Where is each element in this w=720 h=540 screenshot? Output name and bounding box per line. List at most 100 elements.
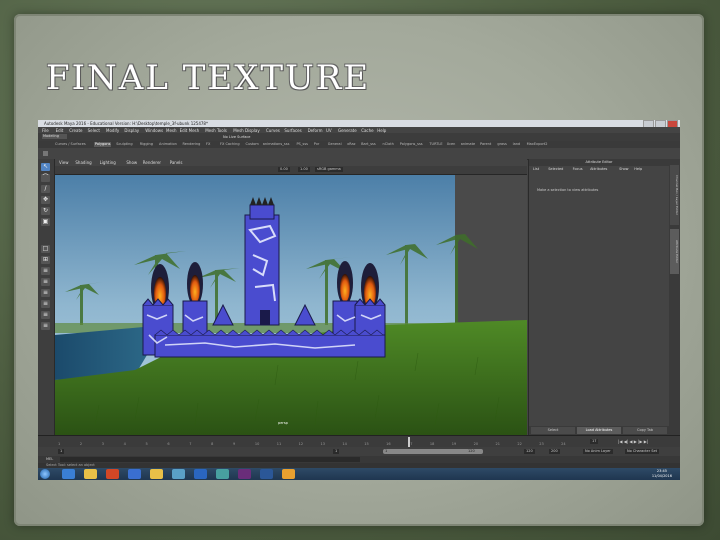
command-input[interactable] bbox=[60, 457, 360, 462]
shelf-tab[interactable]: nCloth bbox=[382, 142, 395, 147]
photoshop-icon[interactable] bbox=[194, 469, 207, 479]
shelf-tab[interactable]: FX bbox=[205, 142, 211, 147]
shelf-tab[interactable]: xRaz bbox=[346, 142, 356, 147]
shelf-tab[interactable]: Polygons_sss bbox=[399, 142, 424, 147]
timeline-tick: 9 bbox=[233, 442, 236, 446]
scale-tool-icon[interactable]: ▣ bbox=[41, 218, 50, 226]
maya-screenshot: Autodesk Maya 2016 - Educational Version… bbox=[38, 120, 680, 480]
layout-icon-b[interactable]: ≡ bbox=[41, 278, 50, 286]
taskbar-clock: 23:45 11/04/2016 bbox=[652, 469, 672, 479]
slide-title: FINAL TEXTURE bbox=[46, 58, 371, 98]
shelf-tab[interactable]: Bart_sss bbox=[360, 142, 377, 147]
timeline-tick: 16 bbox=[386, 442, 391, 446]
powerpoint-icon[interactable] bbox=[106, 469, 119, 479]
select-button[interactable]: Select bbox=[531, 427, 575, 434]
layout-icon-e[interactable]: ≡ bbox=[41, 311, 50, 319]
single-view-icon[interactable]: □ bbox=[41, 245, 50, 253]
range-inner-start-field[interactable]: 1 bbox=[333, 449, 340, 454]
paint-icon[interactable] bbox=[282, 469, 295, 479]
attr-menu-show[interactable]: Show bbox=[619, 167, 628, 171]
app-icon[interactable] bbox=[216, 469, 229, 479]
shelf-tab[interactable]: Custom bbox=[244, 142, 259, 147]
current-frame-field[interactable]: 17 bbox=[590, 439, 599, 444]
timeline-tick: 20 bbox=[473, 442, 479, 446]
panel-menu-shading[interactable]: Shading bbox=[75, 160, 91, 165]
shelf-tab[interactable]: General bbox=[327, 142, 343, 147]
timeline-tick: 3 bbox=[101, 442, 104, 446]
live-surface-label[interactable]: No Live Surface bbox=[223, 135, 250, 139]
shelf-tab[interactable]: Xcen bbox=[446, 142, 457, 147]
shelf-tab[interactable]: Sculpting bbox=[115, 142, 133, 147]
timeline-tick: 14 bbox=[342, 442, 347, 446]
viewport-3d[interactable]: persp bbox=[55, 175, 527, 435]
attr-menu-list[interactable]: List bbox=[533, 167, 539, 171]
mode-dropdown[interactable]: Modeling bbox=[42, 134, 67, 139]
maya-icon[interactable] bbox=[172, 469, 185, 479]
channel-box-tab[interactable]: Channel Box / Layer Editor bbox=[670, 165, 679, 225]
side-tabs: Channel Box / Layer Editor Attribute Edi… bbox=[669, 159, 680, 435]
anim-layer-dropdown[interactable]: No Anim Layer bbox=[583, 449, 613, 454]
attr-menu-focus[interactable]: Focus bbox=[573, 167, 583, 171]
layout-icon-d[interactable]: ≡ bbox=[41, 300, 50, 308]
select-tool-icon[interactable]: ↖ bbox=[41, 163, 50, 171]
window-titlebar: Autodesk Maya 2016 - Educational Version… bbox=[38, 120, 680, 128]
panel-menu-view[interactable]: View bbox=[59, 160, 69, 165]
shelf-tab[interactable]: grass bbox=[496, 142, 507, 147]
panel-menu-show[interactable]: Show bbox=[126, 160, 137, 165]
current-frame-marker[interactable] bbox=[408, 437, 410, 447]
attr-menu-selected[interactable]: Selected bbox=[548, 167, 563, 171]
playback-controls[interactable]: |◀ ◀| ◀ ▶ |▶ ▶| bbox=[618, 439, 648, 444]
shelf-tab[interactable]: animate bbox=[460, 142, 476, 147]
shelf-tab[interactable]: Parent bbox=[479, 142, 492, 147]
shelf-tab[interactable]: Polygons bbox=[93, 142, 112, 147]
attribute-editor-tab[interactable]: Attribute Editor bbox=[670, 229, 679, 274]
shelf-tab[interactable]: Curves / Surfaces bbox=[54, 142, 87, 147]
layout-icon-f[interactable]: ≡ bbox=[41, 322, 50, 330]
range-end-field[interactable]: 120 bbox=[524, 449, 535, 454]
shelf-tab[interactable]: Rendering bbox=[182, 142, 202, 147]
panel-menu-panels[interactable]: Panels bbox=[170, 160, 183, 165]
attr-menu-attributes[interactable]: Attributes bbox=[590, 167, 607, 171]
attr-menu-help[interactable]: Help bbox=[634, 167, 642, 171]
lasso-tool-icon[interactable]: ⌒ bbox=[41, 174, 50, 182]
near-clip-field[interactable]: 0.00 bbox=[278, 167, 290, 172]
far-clip-field[interactable]: 1.00 bbox=[298, 167, 310, 172]
move-tool-icon[interactable]: ✥ bbox=[41, 196, 50, 204]
range-slider: 1 1 1 120 120 200 No Anim Layer No Chara… bbox=[38, 447, 680, 456]
rotate-tool-icon[interactable]: ↻ bbox=[41, 207, 50, 215]
word-icon[interactable] bbox=[260, 469, 273, 479]
paint-select-icon[interactable]: / bbox=[41, 185, 50, 193]
layout-icon-a[interactable]: ≡ bbox=[41, 267, 50, 275]
start-button-icon[interactable] bbox=[40, 469, 50, 479]
range-max-field[interactable]: 200 bbox=[549, 449, 560, 454]
folder-icon[interactable] bbox=[150, 469, 163, 479]
copy-tab-button[interactable]: Copy Tab bbox=[623, 427, 667, 434]
panel-menu-lighting[interactable]: Lighting bbox=[100, 160, 116, 165]
four-view-icon[interactable]: ⊞ bbox=[41, 256, 50, 264]
shelf-tab[interactable]: Rigging bbox=[139, 142, 154, 147]
range-start-field[interactable]: 1 bbox=[58, 449, 65, 454]
character-set-dropdown[interactable]: No Character Set bbox=[625, 449, 660, 454]
timeline-tick: 18 bbox=[429, 442, 435, 446]
layout-icon-c[interactable]: ≡ bbox=[41, 289, 50, 297]
internet-explorer-icon[interactable] bbox=[62, 469, 75, 479]
panel-menu-renderer[interactable]: Renderer bbox=[143, 160, 161, 165]
gear-icon[interactable] bbox=[43, 151, 48, 156]
player-icon[interactable] bbox=[128, 469, 141, 479]
shelf-tab[interactable]: Animation bbox=[158, 142, 178, 147]
load-attributes-button[interactable]: Load Attributes bbox=[577, 427, 621, 434]
shelf-tab[interactable]: PS_sss bbox=[295, 142, 309, 147]
after-effects-icon[interactable] bbox=[238, 469, 251, 479]
color-space-dropdown[interactable]: sRGB gamma bbox=[315, 167, 343, 172]
file-explorer-icon[interactable] bbox=[84, 469, 97, 479]
shelf-tab[interactable]: TURTLE bbox=[428, 142, 443, 147]
timeline-tick: 5 bbox=[145, 442, 148, 446]
timeline-tick: 8 bbox=[211, 442, 214, 446]
shelf-tab[interactable]: FX Caching bbox=[219, 142, 241, 147]
timeline-tick: 4 bbox=[123, 442, 126, 446]
shelf-tab[interactable]: Pxr bbox=[313, 142, 321, 147]
shelf-tab[interactable]: land bbox=[512, 142, 522, 147]
timeline-tick: 22 bbox=[517, 442, 522, 446]
shelf-tab[interactable]: MaxExport2 bbox=[526, 142, 549, 147]
shelf-tab[interactable]: animations_sss bbox=[262, 142, 291, 147]
